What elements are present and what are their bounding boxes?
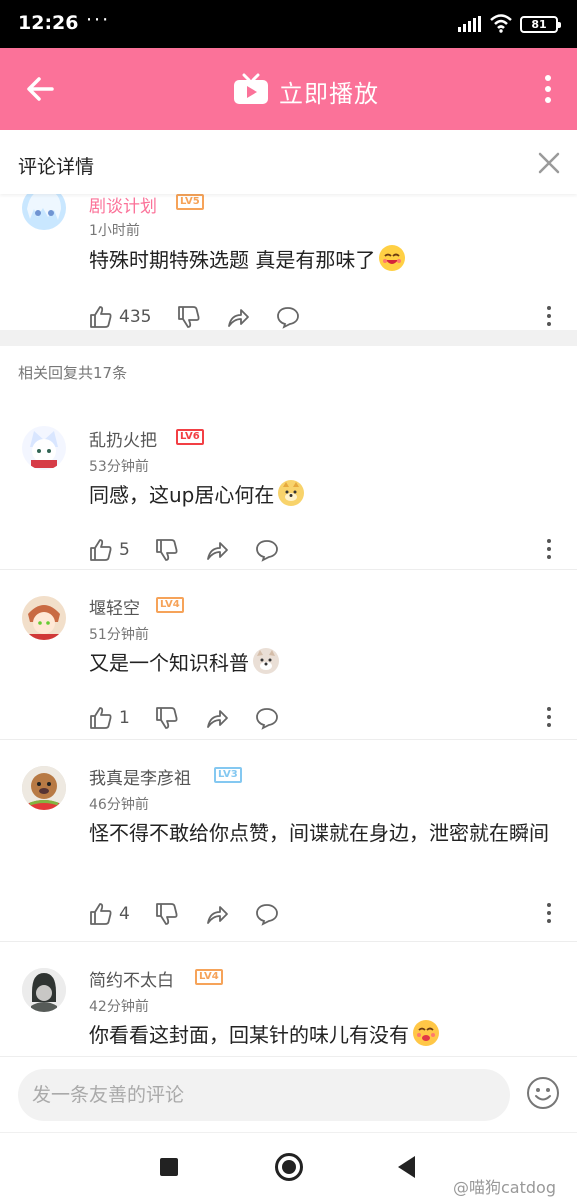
close-icon[interactable] <box>538 152 560 174</box>
thumbs-down-icon[interactable] <box>155 538 179 562</box>
status-bar: 12:26 ··· 81 <box>0 0 577 48</box>
avatar[interactable] <box>22 596 66 640</box>
share-icon[interactable] <box>205 538 229 562</box>
recent-apps-button[interactable] <box>160 1158 178 1176</box>
reply-time: 46分钟前 <box>89 797 149 813</box>
reply-content: 又是一个知识科普 <box>89 646 559 680</box>
reply-content: 怪不得不敢给你点赞，间谍就在身边，泄密就在瞬间 <box>89 821 549 845</box>
like-count: 5 <box>119 540 130 560</box>
level-badge: LV4 <box>156 597 184 613</box>
reply-actions: 5 <box>89 538 557 562</box>
comment-input[interactable] <box>18 1069 510 1121</box>
thumbs-down-icon[interactable] <box>155 902 179 926</box>
home-button[interactable] <box>275 1153 303 1181</box>
weibo-watermark: @喵狗catdog <box>453 1178 556 1197</box>
thumbs-up-icon[interactable] <box>89 538 113 562</box>
avatar[interactable] <box>22 766 66 810</box>
reply-bubble-icon[interactable] <box>276 305 300 329</box>
more-vertical-icon[interactable] <box>545 537 553 561</box>
thumbs-up-icon[interactable] <box>89 706 113 730</box>
reply-item: 乱扔火把 LV6 53分钟前 同感，这up居心何在 5 <box>0 402 577 570</box>
comment-time: 1小时前 <box>89 223 140 239</box>
reply-bubble-icon[interactable] <box>255 706 279 730</box>
kiss-emoji-icon <box>413 1020 439 1046</box>
comment-actions: 435 <box>89 305 557 329</box>
comment-content: 特殊时期特殊选题 真是有那味了 <box>89 243 559 277</box>
more-vertical-icon[interactable] <box>545 901 553 925</box>
thumbs-up-icon[interactable] <box>89 305 113 329</box>
portrait-avatar-icon <box>22 968 66 1012</box>
level-badge: LV5 <box>176 194 204 210</box>
dog-emoji-icon <box>253 648 279 674</box>
comment-text: 特殊时期特殊选题 真是有那味了 <box>89 248 376 272</box>
anime-avatar-icon <box>22 194 66 230</box>
more-vertical-icon[interactable] <box>545 705 553 729</box>
comment-detail-title: 评论详情 <box>18 156 95 178</box>
signal-icon <box>458 16 481 32</box>
comment-input-bar <box>0 1056 577 1132</box>
reply-time: 53分钟前 <box>89 459 149 475</box>
comment-scroll-area[interactable]: 剧谈计划 LV5 1小时前 特殊时期特殊选题 真是有那味了 435 相关回复共1… <box>0 194 577 1056</box>
avatar[interactable] <box>22 426 66 470</box>
reply-bubble-icon[interactable] <box>255 538 279 562</box>
more-vertical-icon[interactable] <box>545 304 553 328</box>
avatar[interactable] <box>22 968 66 1012</box>
reply-actions: 4 <box>89 902 557 926</box>
reply-author[interactable]: 简约不太白 <box>89 966 174 991</box>
reply-author[interactable]: 我真是李彦祖 <box>89 764 191 789</box>
level-badge: LV6 <box>176 429 204 445</box>
level-badge: LV4 <box>195 969 223 985</box>
back-arrow-icon[interactable] <box>22 72 58 106</box>
dog-avatar-icon <box>22 766 66 810</box>
level-badge: LV3 <box>214 767 242 783</box>
reply-text: 你看看这封面，回某针的味儿有没有 <box>89 1023 409 1047</box>
status-time: 12:26 <box>18 12 79 34</box>
app-bar: 立即播放 <box>0 48 577 130</box>
thumbs-down-icon[interactable] <box>177 305 201 329</box>
back-button[interactable] <box>398 1156 415 1178</box>
reply-bubble-icon[interactable] <box>255 902 279 926</box>
battery-icon: 81 <box>520 16 561 33</box>
reply-item: 我真是李彦祖 LV3 46分钟前 怪不得不敢给你点赞，间谍就在身边，泄密就在瞬间… <box>0 740 577 942</box>
thumbs-down-icon[interactable] <box>155 706 179 730</box>
top-comment: 剧谈计划 LV5 1小时前 特殊时期特殊选题 真是有那味了 435 <box>0 194 577 330</box>
like-count: 435 <box>119 307 152 327</box>
notification-dots: ··· <box>86 9 111 31</box>
reply-author[interactable]: 乱扔火把 <box>89 426 157 451</box>
reply-time: 42分钟前 <box>89 999 149 1015</box>
reply-content: 同感，这up居心何在 <box>89 478 559 512</box>
reply-count: 相关回复共17条 <box>18 364 128 382</box>
reply-item: 堰轻空 LV4 51分钟前 又是一个知识科普 1 <box>0 570 577 740</box>
reply-actions: 1 <box>89 706 557 730</box>
share-icon[interactable] <box>226 305 250 329</box>
thumbs-up-icon[interactable] <box>89 902 113 926</box>
laughing-emoji-icon <box>379 245 406 271</box>
reply-time: 51分钟前 <box>89 627 149 643</box>
reply-text: 同感，这up居心何在 <box>89 483 275 507</box>
share-icon[interactable] <box>205 902 229 926</box>
wifi-icon <box>490 14 512 33</box>
section-divider <box>0 330 577 346</box>
avatar[interactable] <box>22 194 66 230</box>
doge-emoji-icon <box>278 480 305 506</box>
like-count: 1 <box>119 708 130 728</box>
share-icon[interactable] <box>205 706 229 730</box>
anime-avatar-icon <box>22 426 66 470</box>
comment-author[interactable]: 剧谈计划 <box>89 194 157 217</box>
comment-detail-header: 评论详情 <box>0 130 577 194</box>
reply-content: 你看看这封面，回某针的味儿有没有 <box>89 1018 559 1052</box>
anime-avatar-icon <box>22 596 66 640</box>
emoji-picker-icon[interactable] <box>526 1076 560 1110</box>
reply-text: 又是一个知识科普 <box>89 651 249 675</box>
reply-author[interactable]: 堰轻空 <box>89 594 140 619</box>
play-now-title[interactable]: 立即播放 <box>279 74 379 109</box>
tv-icon <box>234 73 268 104</box>
more-vertical-icon[interactable] <box>536 72 560 106</box>
like-count: 4 <box>119 904 130 924</box>
reply-item: 简约不太白 LV4 42分钟前 你看看这封面，回某针的味儿有没有 <box>0 942 577 1056</box>
